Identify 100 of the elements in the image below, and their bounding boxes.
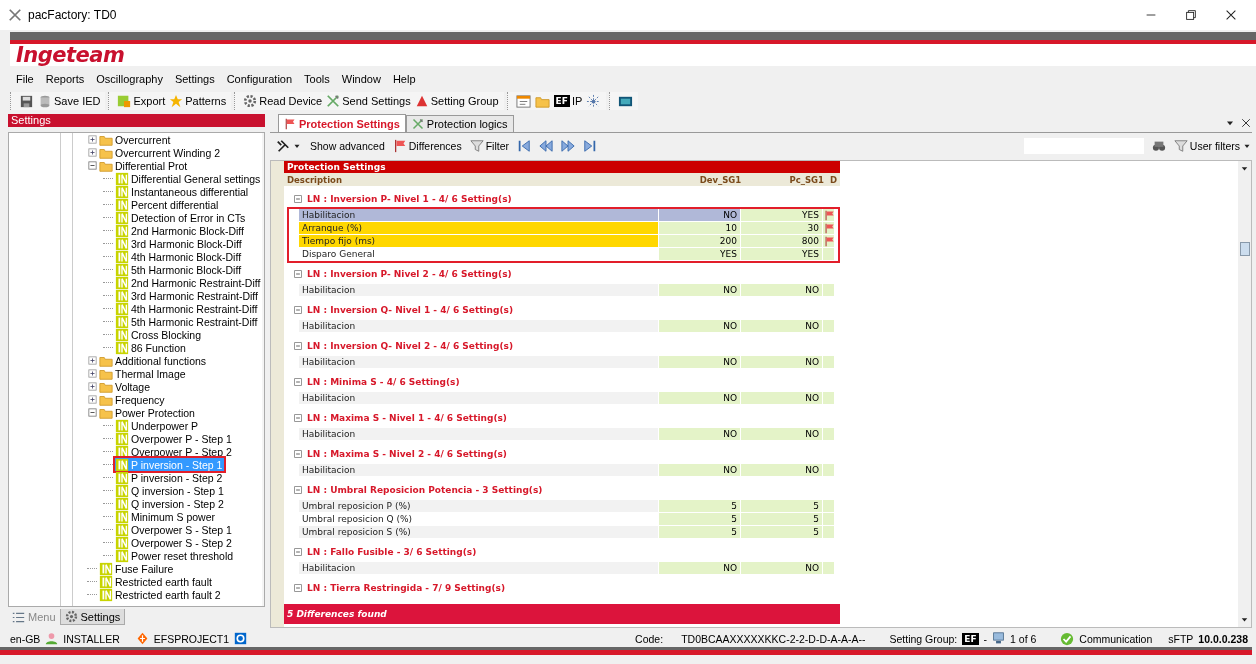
tree-item[interactable]: Differential Prot	[99, 159, 190, 172]
rewind-icon[interactable]	[539, 139, 553, 153]
menu-item[interactable]: Oscillography	[90, 73, 169, 85]
tree-item[interactable]: 5th Harmonic Restraint-Diff	[115, 315, 260, 328]
tree-item[interactable]: Restricted earth fault	[99, 575, 214, 588]
expand-icon[interactable]	[85, 393, 99, 406]
close-icon[interactable]	[1240, 117, 1252, 129]
table-row[interactable]: Habilitacion NO YES	[289, 209, 838, 222]
tree-item[interactable]: Voltage	[99, 380, 153, 393]
tree-item[interactable]: Overpower P - Step 1	[115, 432, 234, 445]
menu-item[interactable]: File	[10, 73, 40, 85]
tree-item[interactable]: Overcurrent Winding 2	[99, 146, 223, 159]
collapse-icon[interactable]	[292, 339, 304, 352]
tree-item[interactable]: Restricted earth fault 2	[99, 588, 223, 601]
tree-item[interactable]: 2nd Harmonic Block-Diff	[115, 224, 246, 237]
menu-item[interactable]: Settings	[168, 73, 221, 85]
scroll-thumb[interactable]	[1239, 242, 1250, 256]
close-icon[interactable]	[1224, 8, 1238, 22]
tree-item[interactable]: Overcurrent	[99, 133, 173, 146]
tree-item[interactable]: Frequency	[99, 393, 167, 406]
toolbar-button[interactable]: Export	[117, 94, 166, 108]
collapse-icon[interactable]	[292, 447, 304, 460]
tree-item[interactable]: 4th Harmonic Restraint-Diff	[115, 302, 260, 315]
tree-item[interactable]: Q inversion - Step 2	[115, 497, 226, 510]
tree-item[interactable]: Thermal Image	[99, 367, 188, 380]
document-tab[interactable]: Protection logics	[405, 115, 514, 132]
expand-icon[interactable]	[85, 133, 99, 146]
tree-item[interactable]: Overpower S - Step 1	[115, 523, 234, 536]
table-row[interactable]: Habilitacion NO NO	[289, 392, 838, 405]
collapse-icon[interactable]	[292, 545, 304, 558]
toolbar-button[interactable]: Differences	[392, 139, 462, 153]
tree-item[interactable]: Additional functions	[99, 354, 209, 367]
collapse-icon[interactable]	[292, 581, 304, 594]
menu-item[interactable]: Tools	[298, 73, 336, 85]
collapse-icon[interactable]	[292, 411, 304, 424]
network-icon[interactable]	[586, 93, 602, 109]
expand-icon[interactable]	[85, 354, 99, 367]
save-icon[interactable]	[19, 93, 34, 109]
tree-item[interactable]: Differential General settings	[115, 172, 263, 185]
table-row[interactable]: Disparo General YES YES	[289, 248, 838, 261]
menu-item[interactable]: Configuration	[220, 73, 299, 85]
tree-item[interactable]: 86 Function	[115, 341, 188, 354]
table-row[interactable]: Umbral reposicion Q (%) 5 5	[289, 513, 838, 526]
table-row[interactable]: Habilitacion NO NO	[289, 464, 838, 477]
tree-item[interactable]: Detection of Error in CTs	[115, 211, 248, 224]
restore-icon[interactable]	[1184, 8, 1198, 22]
tree-item[interactable]: Fuse Failure	[99, 562, 176, 575]
tree-item[interactable]: Minimum S power	[115, 510, 218, 523]
toolbar-button[interactable]: Filter	[469, 139, 509, 153]
collapse-icon[interactable]	[292, 483, 304, 496]
collapse-icon[interactable]	[85, 406, 99, 419]
collapse-icon[interactable]	[85, 159, 99, 172]
table-row[interactable]: Habilitacion NO NO	[289, 428, 838, 441]
filter-dropdown[interactable]: User filters	[1173, 139, 1252, 153]
table-row[interactable]: Arranque (%) 10 30	[289, 222, 838, 235]
toolbar-button[interactable]: Read Device	[243, 94, 323, 108]
toolbar-button[interactable]: Setting Group	[414, 94, 499, 108]
tree-item[interactable]: Percent differential	[115, 198, 221, 211]
tree-item[interactable]: Q inversion - Step 1	[115, 484, 226, 497]
toolbar-button[interactable]: Patterns	[169, 94, 227, 108]
binoculars-icon[interactable]	[1151, 139, 1166, 153]
collapse-icon[interactable]	[292, 303, 304, 316]
expand-icon[interactable]	[85, 367, 99, 380]
toolbar-button[interactable]: Show advanced	[310, 140, 385, 152]
panel-tab[interactable]: Settings	[59, 609, 126, 625]
table-row[interactable]: Habilitacion NO NO	[289, 320, 838, 333]
tree-item[interactable]: 5th Harmonic Block-Diff	[115, 263, 244, 276]
toolbar-button[interactable]: EF IP	[553, 95, 583, 107]
collapse-icon[interactable]	[292, 192, 304, 205]
table-row[interactable]: Umbral reposicion P (%) 5 5	[289, 500, 838, 513]
tree-item[interactable]: 3rd Harmonic Restraint-Diff	[115, 289, 260, 302]
tree-item[interactable]: Power reset threshold	[115, 549, 236, 562]
tree-item[interactable]: 2nd Harmonic Restraint-Diff	[115, 276, 263, 289]
tree-item[interactable]: 4th Harmonic Block-Diff	[115, 250, 244, 263]
table-row[interactable]: Umbral reposicion S (%) 5 5	[289, 526, 838, 539]
expand-icon[interactable]	[85, 146, 99, 159]
tree-item[interactable]: 3rd Harmonic Block-Diff	[115, 237, 244, 250]
tree-item[interactable]: Cross Blocking	[115, 328, 204, 341]
menu-item[interactable]: Reports	[39, 73, 91, 85]
table-row[interactable]: Habilitacion NO NO	[289, 284, 838, 297]
collapse-icon[interactable]	[292, 267, 304, 280]
tools-dropdown[interactable]	[276, 139, 302, 153]
skip-back-icon[interactable]	[517, 139, 531, 153]
tree-item[interactable]: Overpower S - Step 2	[115, 536, 234, 549]
toolbar-button[interactable]: Send Settings	[326, 94, 411, 108]
table-row[interactable]: Habilitacion NO NO	[289, 562, 838, 575]
expand-icon[interactable]	[85, 380, 99, 393]
collapse-icon[interactable]	[292, 375, 304, 388]
fast-forward-icon[interactable]	[561, 139, 575, 153]
tree-item[interactable]: Power Protection	[99, 406, 197, 419]
tree-item[interactable]: Instantaneous differential	[115, 185, 251, 198]
tree-item[interactable]: P inversion - Step 2	[115, 471, 225, 484]
tree-item[interactable]: Overpower P - Step 2	[115, 445, 234, 458]
tree-item[interactable]: Underpower P	[115, 419, 201, 432]
menu-item[interactable]: Window	[335, 73, 387, 85]
table-row[interactable]: Habilitacion NO NO	[289, 356, 838, 369]
table-row[interactable]: Tiempo fijo (ms) 200 800	[289, 235, 838, 248]
skip-forward-icon[interactable]	[583, 139, 597, 153]
document-tab[interactable]: Protection Settings	[278, 114, 406, 132]
menu-item[interactable]: Help	[386, 73, 422, 85]
